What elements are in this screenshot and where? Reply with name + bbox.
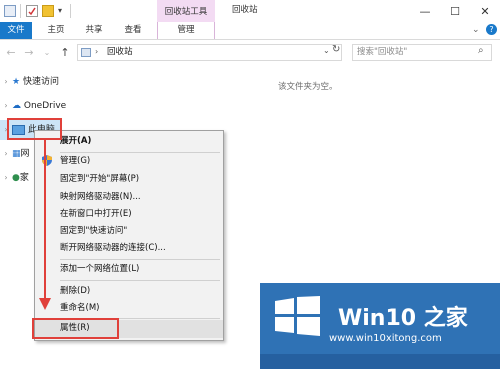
close-button[interactable]: ✕: [470, 0, 500, 22]
menu-item-pin-quick-access[interactable]: 固定到"快速访问": [60, 223, 127, 240]
tab-share[interactable]: 共享: [78, 22, 110, 39]
menu-item-delete[interactable]: 删除(D): [60, 283, 90, 300]
annotation-arrow-head: [39, 298, 51, 310]
up-arrow-icon[interactable]: ↑: [58, 44, 72, 62]
tab-file[interactable]: 文件: [0, 22, 32, 39]
customize-quick-access-icon[interactable]: ▾: [58, 6, 62, 15]
watermark-banner-footer: [260, 354, 500, 369]
expand-chevron-icon[interactable]: ›: [0, 168, 12, 188]
homegroup-icon: ●: [12, 173, 20, 183]
annotation-box-properties: [32, 318, 119, 339]
window-title: 回收站: [232, 5, 258, 15]
nav-item-label: OneDrive: [23, 101, 67, 111]
search-placeholder: 搜索"回收站": [357, 47, 408, 57]
menu-item-add-network-location[interactable]: 添加一个网络位置(L): [60, 261, 139, 278]
address-path: 回收站: [107, 47, 133, 57]
recycle-bin-location-icon: [81, 48, 91, 57]
nav-item-quick-access[interactable]: › ★ 快速访问: [0, 72, 59, 92]
nav-item-onedrive[interactable]: › ☁ OneDrive: [0, 96, 66, 116]
menu-separator: [60, 280, 220, 281]
toolbar-divider: [20, 4, 21, 18]
nav-item-label: 快速访问: [22, 77, 59, 87]
ribbon-tab-row: [0, 22, 500, 40]
search-icon[interactable]: ⌕: [478, 45, 484, 56]
breadcrumb-separator-icon: ›: [95, 47, 99, 56]
annotation-arrow-shaft: [44, 140, 46, 300]
watermark-url: www.win10xitong.com: [329, 333, 442, 344]
windows-logo-icon: [275, 296, 320, 336]
tab-manage[interactable]: 管理: [157, 22, 215, 39]
forward-arrow-icon[interactable]: →: [22, 44, 36, 62]
toolbar-divider: [70, 4, 71, 18]
cloud-icon: ☁: [12, 101, 21, 111]
address-dropdown-chevron-icon[interactable]: ⌄: [323, 46, 330, 55]
empty-folder-message: 该文件夹为空。: [278, 82, 338, 92]
expand-ribbon-icon[interactable]: ⌄: [472, 25, 480, 35]
menu-separator: [60, 259, 220, 260]
expand-chevron-icon[interactable]: ›: [0, 144, 12, 164]
network-icon: ▦: [12, 149, 21, 159]
menu-item-rename[interactable]: 重命名(M): [60, 300, 99, 317]
nav-item-label: 家: [19, 173, 29, 183]
expand-chevron-icon[interactable]: ›: [0, 72, 12, 92]
help-icon[interactable]: ?: [486, 24, 497, 35]
nav-item-network[interactable]: › ▦网: [0, 144, 34, 164]
back-arrow-icon[interactable]: ←: [4, 44, 18, 62]
recycle-bin-small-icon[interactable]: [4, 5, 16, 17]
maximize-button[interactable]: ☐: [440, 0, 470, 22]
nav-item-label: 网: [20, 149, 30, 159]
menu-item-map-network-drive[interactable]: 映射网络驱动器(N)...: [60, 189, 141, 206]
minimize-button[interactable]: —: [410, 0, 440, 22]
properties-quick-icon[interactable]: [26, 5, 38, 17]
nav-item-homegroup[interactable]: › ●家: [0, 168, 34, 188]
new-folder-quick-icon[interactable]: [42, 5, 54, 17]
menu-item-expand[interactable]: 展开(A): [60, 133, 91, 150]
expand-chevron-icon[interactable]: ›: [0, 96, 12, 116]
star-icon: ★: [12, 77, 21, 87]
menu-item-open-new-window[interactable]: 在新窗口中打开(E): [60, 206, 132, 223]
annotation-box-this-pc: [7, 118, 62, 140]
watermark-brand: Win10 之家: [338, 306, 468, 331]
refresh-icon[interactable]: ↻: [332, 44, 340, 55]
menu-item-disconnect-network-drive[interactable]: 断开网络驱动器的连接(C)...: [60, 240, 166, 257]
tab-view[interactable]: 查看: [117, 22, 149, 39]
recent-locations-chevron-icon[interactable]: ⌄: [40, 44, 54, 62]
menu-item-manage[interactable]: 管理(G): [60, 153, 90, 170]
menu-item-pin-to-start[interactable]: 固定到"开始"屏幕(P): [60, 171, 139, 188]
tab-home[interactable]: 主页: [40, 22, 72, 39]
context-tab-group-label: 回收站工具: [157, 0, 215, 22]
